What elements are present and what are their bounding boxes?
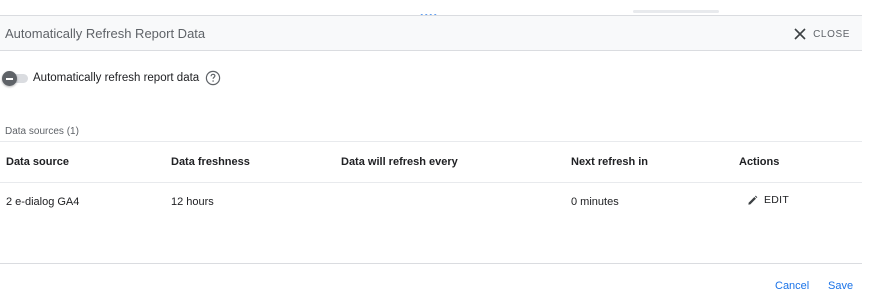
close-label: CLOSE xyxy=(813,28,850,40)
column-header-next-refresh: Next refresh in xyxy=(571,156,649,168)
close-button[interactable]: CLOSE xyxy=(793,24,850,44)
edit-label: EDIT xyxy=(764,194,790,206)
table-row: 2 e-dialog GA4 12 hours 0 minutes EDIT xyxy=(0,183,862,223)
column-header-data-source: Data source xyxy=(6,156,69,168)
toggle-knob xyxy=(2,71,17,86)
cell-next-refresh: 0 minutes xyxy=(571,196,619,208)
dialog-title: Automatically Refresh Report Data xyxy=(5,26,206,41)
edit-button[interactable]: EDIT xyxy=(747,194,789,206)
data-sources-count: Data sources (1) xyxy=(5,126,79,137)
cell-data-source: 2 e-dialog GA4 xyxy=(6,196,80,208)
footer-divider xyxy=(0,263,862,264)
data-sources-table: Data source Data freshness Data will ref… xyxy=(0,141,862,223)
top-strip xyxy=(0,0,884,16)
column-header-actions: Actions xyxy=(739,156,780,168)
cancel-button[interactable]: Cancel xyxy=(775,280,809,292)
dialog-header: Automatically Refresh Report Data CLOSE xyxy=(0,16,862,51)
auto-refresh-label: Automatically refresh report data xyxy=(33,72,200,84)
background-label-fragment xyxy=(633,10,719,13)
column-header-data-freshness: Data freshness xyxy=(171,156,250,168)
table-header: Data source Data freshness Data will ref… xyxy=(0,141,862,183)
save-button[interactable]: Save xyxy=(828,280,853,292)
pencil-icon xyxy=(748,195,758,205)
auto-refresh-row: Automatically refresh report data xyxy=(2,68,221,88)
auto-refresh-toggle[interactable] xyxy=(2,71,30,86)
close-icon xyxy=(794,28,806,40)
cell-data-freshness: 12 hours xyxy=(171,196,214,208)
help-icon[interactable] xyxy=(205,70,221,86)
column-header-refresh-every: Data will refresh every xyxy=(341,156,458,168)
